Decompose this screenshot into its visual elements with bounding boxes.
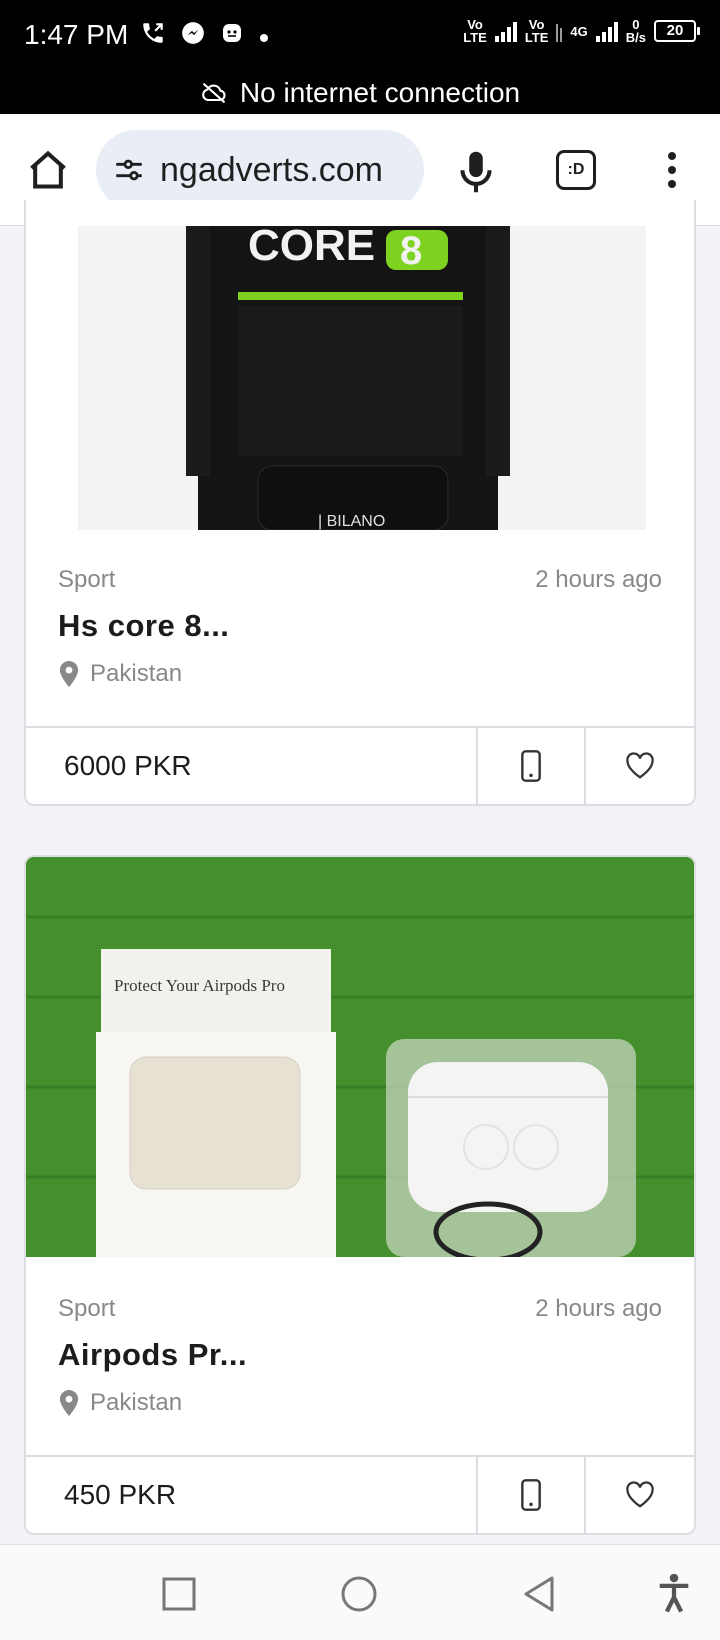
mic-icon[interactable] (458, 150, 494, 194)
volte-indicator-2: Vo LTE (524, 17, 549, 45)
signal-icon-1 (494, 20, 517, 42)
location-pin-icon (59, 1390, 79, 1416)
messenger-icon (180, 20, 206, 54)
heart-icon (626, 752, 654, 779)
network-speed: 0 B/s (625, 17, 646, 45)
svg-text:CORE: CORE (248, 226, 375, 270)
location-pin-icon (59, 661, 79, 687)
battery-icon: 20 (654, 20, 700, 42)
listing-image[interactable]: Protect Your Airpods Pro (26, 857, 694, 1257)
dot-icon (258, 22, 270, 52)
status-bar: 1:47 PM Vo LTE Vo LTE 4G 0 B/s 20 (0, 0, 720, 72)
volte-indicator-1: Vo LTE (463, 17, 487, 45)
signal-icon-2 (595, 20, 618, 42)
favorite-button[interactable] (586, 728, 694, 804)
home-icon[interactable] (26, 148, 70, 192)
listing-card[interactable]: CORE 8 | BILANO Sport 2 hours ago Hs cor… (24, 200, 696, 806)
network-4g-indicator: 4G (570, 23, 588, 39)
heart-icon (626, 1481, 654, 1508)
listing-actions: 450 PKR (26, 1455, 694, 1533)
offline-banner: No internet connection (0, 72, 720, 114)
airpods-image: Protect Your Airpods Pro (26, 857, 694, 1257)
listing-location: Pakistan (58, 1389, 182, 1417)
listing-time: 2 hours ago (535, 1295, 662, 1322)
listing-category[interactable]: Sport (58, 1295, 115, 1323)
call-button[interactable] (478, 728, 586, 804)
data-arrows-icon (556, 20, 563, 42)
listing-image[interactable]: CORE 8 | BILANO (78, 226, 646, 530)
svg-text:| BILANO: | BILANO (318, 513, 385, 530)
listing-price: 450 PKR (26, 1457, 478, 1533)
status-indicators: Vo LTE Vo LTE 4G 0 B/s 20 (463, 17, 700, 45)
listing-time: 2 hours ago (535, 566, 662, 593)
system-nav-bar (0, 1544, 720, 1640)
back-icon[interactable] (522, 1575, 556, 1613)
address-bar[interactable]: ngadverts.com (96, 130, 424, 210)
backpack-image: CORE 8 | BILANO (78, 226, 646, 530)
app-notification-icon (220, 21, 244, 53)
cloud-off-icon (202, 82, 226, 104)
listing-title[interactable]: Hs core 8... (58, 608, 229, 644)
overflow-menu-icon[interactable] (660, 148, 684, 192)
svg-text:8: 8 (400, 229, 422, 273)
listing-price: 6000 PKR (26, 728, 478, 804)
listing-card[interactable]: Protect Your Airpods Pro Sport 2 hours a… (24, 855, 696, 1535)
phone-call-icon (140, 20, 166, 54)
listing-location: Pakistan (58, 660, 182, 688)
listing-location-text: Pakistan (90, 1389, 183, 1416)
url-text[interactable]: ngadverts.com (160, 151, 383, 190)
tabs-icon[interactable]: :D (556, 150, 596, 190)
favorite-button[interactable] (586, 1457, 694, 1533)
status-time: 1:47 PM (24, 19, 129, 50)
status-notification-icons (140, 20, 270, 54)
offline-banner-text: No internet connection (239, 77, 521, 108)
accessibility-icon[interactable] (656, 1573, 692, 1613)
phone-icon (521, 1479, 541, 1511)
call-button[interactable] (478, 1457, 586, 1533)
svg-text:Protect Your Airpods Pro: Protect Your Airpods Pro (114, 976, 285, 995)
home-circle-icon[interactable] (340, 1575, 378, 1613)
recents-icon[interactable] (162, 1577, 196, 1611)
listing-title[interactable]: Airpods Pr... (58, 1337, 247, 1373)
site-settings-icon[interactable] (112, 153, 146, 187)
listing-actions: 6000 PKR (26, 726, 694, 804)
listing-category[interactable]: Sport (58, 566, 115, 594)
phone-icon (521, 750, 541, 782)
listing-location-text: Pakistan (90, 660, 183, 687)
listing-meta: Sport 2 hours ago (58, 1295, 662, 1323)
listing-meta: Sport 2 hours ago (58, 566, 662, 594)
